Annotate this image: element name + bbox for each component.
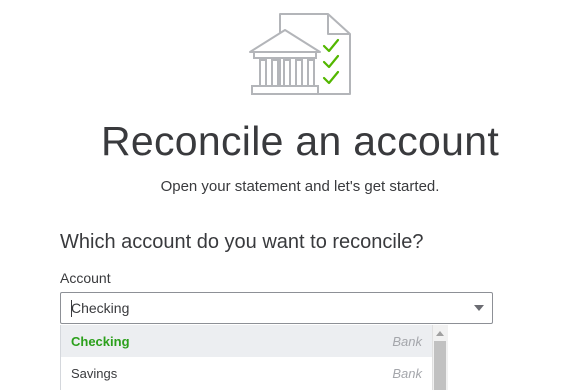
dropdown-option-checking[interactable]: Checking Bank: [61, 325, 432, 357]
text-cursor: [71, 300, 72, 317]
account-combobox[interactable]: Checking: [60, 292, 493, 324]
page-subtitle: Open your statement and let's get starte…: [160, 178, 440, 195]
option-type: Bank: [392, 366, 422, 381]
page-title: Reconcile an account: [100, 118, 500, 164]
scrollbar-thumb[interactable]: [434, 341, 446, 390]
chevron-down-icon[interactable]: [474, 305, 484, 311]
account-question: Which account do you want to reconcile?: [60, 231, 424, 253]
dropdown-scrollbar[interactable]: [432, 325, 448, 390]
account-dropdown-list: Checking Bank Savings Bank: [60, 325, 432, 390]
option-name: Savings: [71, 366, 118, 381]
option-type: Bank: [392, 334, 422, 349]
account-input[interactable]: Checking: [71, 300, 129, 316]
reconcile-page: Reconcile an account Open your statement…: [0, 0, 578, 390]
option-name: Checking: [71, 334, 130, 349]
account-label: Account: [60, 270, 111, 286]
bank-reconcile-checklist-icon: [249, 13, 351, 95]
scroll-up-arrow-icon[interactable]: [436, 331, 444, 336]
dropdown-option-savings[interactable]: Savings Bank: [61, 357, 432, 389]
